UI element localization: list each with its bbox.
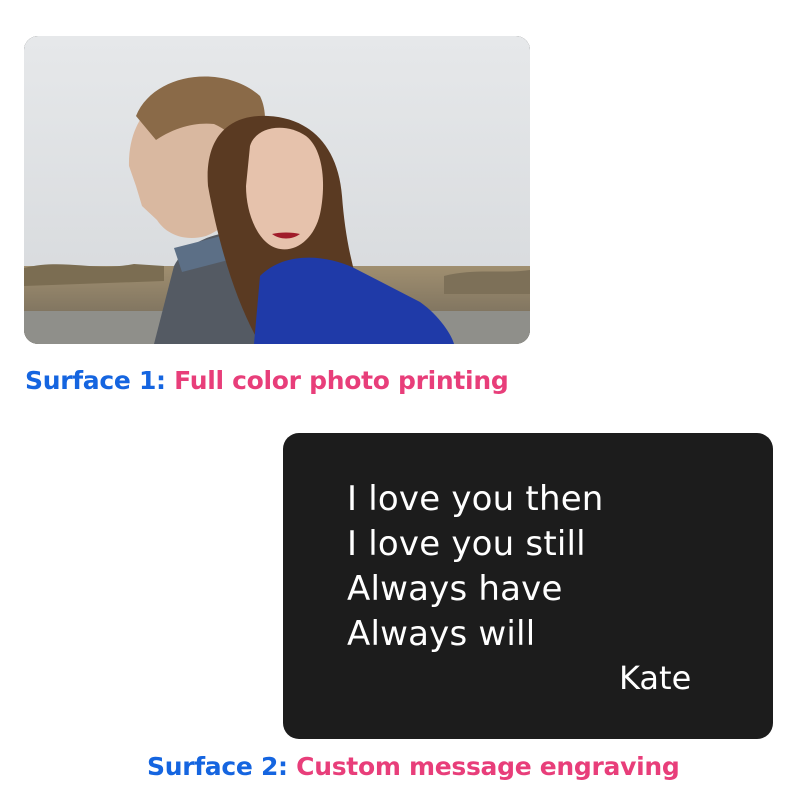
surface2-description: Custom message engraving <box>296 752 680 781</box>
signature: Kate <box>619 659 692 697</box>
surface1-description: Full color photo printing <box>174 366 509 395</box>
message-line: Always will <box>347 614 536 654</box>
engraved-message: I love you then I love you still Always … <box>347 477 604 657</box>
surface1-label: Surface 1: <box>25 366 166 395</box>
surface2-caption: Surface 2: Custom message engraving <box>147 752 680 781</box>
woman-face <box>246 127 324 250</box>
message-line: Always have <box>347 569 563 609</box>
message-line: I love you then <box>347 479 604 519</box>
message-line: I love you still <box>347 524 586 564</box>
surface1-caption: Surface 1: Full color photo printing <box>25 366 509 395</box>
couple-photo <box>24 36 530 344</box>
photo-card <box>24 36 530 344</box>
surface2-label: Surface 2: <box>147 752 288 781</box>
engraved-card: I love you then I love you still Always … <box>283 433 773 739</box>
